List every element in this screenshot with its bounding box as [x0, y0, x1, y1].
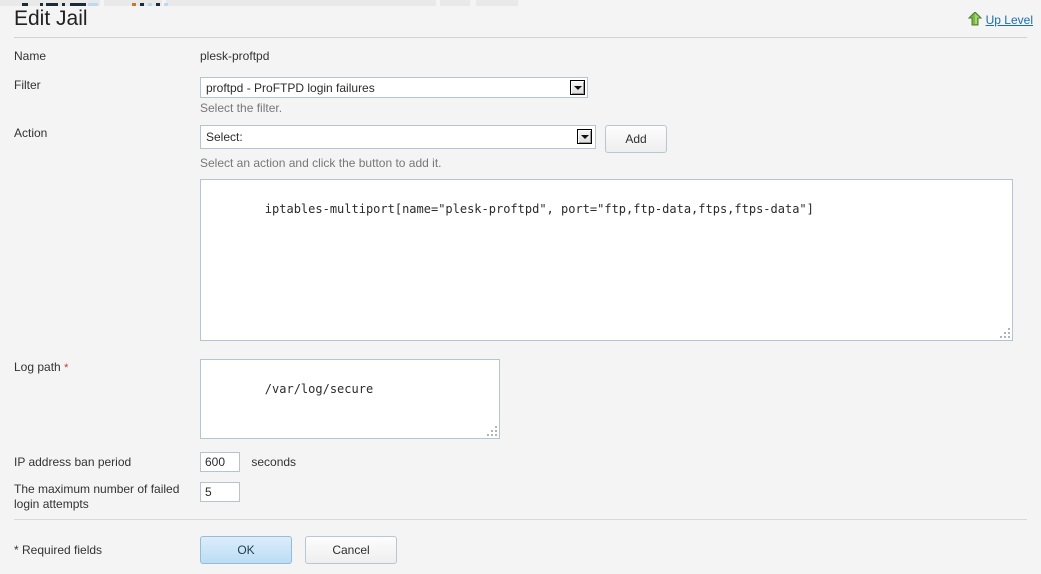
ok-button[interactable]: OK [200, 536, 292, 564]
row-action: Action Select: Add Select an action and … [0, 125, 1041, 341]
required-marker: * [64, 362, 68, 374]
filter-select[interactable]: proftpd - ProFTPD login failures [200, 77, 588, 98]
ban-period-unit: seconds [251, 455, 296, 469]
action-hint: Select an action and click the button to… [200, 156, 1041, 171]
header-divider [14, 37, 1027, 38]
cancel-button[interactable]: Cancel [305, 536, 397, 564]
log-path-value: /var/log/secure [265, 382, 373, 396]
row-ban-period: IP address ban period 600 seconds [0, 452, 1041, 472]
filter-select-value: proftpd - ProFTPD login failures [201, 78, 587, 96]
required-fields-note: * Required fields [0, 543, 200, 557]
action-textarea-value: iptables-multiport[name="plesk-proftpd",… [265, 202, 814, 216]
up-level-label: Up Level [986, 13, 1033, 27]
max-attempts-input[interactable]: 5 [200, 482, 240, 502]
label-action: Action [0, 125, 200, 141]
edit-jail-form: Name plesk-proftpd Filter proftpd - ProF… [0, 48, 1041, 512]
row-filter: Filter proftpd - ProFTPD login failures … [0, 77, 1041, 116]
label-max-attempts: The maximum number of failed login attem… [0, 482, 200, 512]
page-header: Edit Jail Up Level [0, 4, 1041, 38]
label-log-path-text: Log path [14, 360, 61, 374]
resize-grip-icon[interactable] [485, 424, 497, 436]
form-footer: * Required fields OK Cancel [0, 530, 1041, 570]
label-filter: Filter [0, 77, 200, 93]
footer-divider [14, 519, 1027, 520]
chevron-down-icon[interactable] [570, 80, 585, 95]
action-select[interactable]: Select: [200, 125, 596, 149]
page-title: Edit Jail [14, 6, 88, 32]
add-action-button[interactable]: Add [605, 125, 667, 153]
footer-buttons: OK Cancel [200, 536, 397, 564]
row-max-attempts: The maximum number of failed login attem… [0, 482, 1041, 512]
ban-period-input[interactable]: 600 [200, 452, 240, 472]
row-name: Name plesk-proftpd [0, 48, 1041, 64]
label-log-path: Log path * [0, 359, 200, 376]
row-log-path: Log path * /var/log/secure [0, 359, 1041, 439]
up-arrow-green-icon [968, 12, 982, 27]
name-value: plesk-proftpd [200, 48, 1041, 64]
action-select-value: Select: [201, 126, 595, 145]
chevron-down-icon[interactable] [577, 129, 592, 144]
action-textarea[interactable]: iptables-multiport[name="plesk-proftpd",… [200, 179, 1013, 341]
label-ban-period: IP address ban period [0, 454, 200, 470]
up-level-link[interactable]: Up Level [968, 12, 1033, 27]
label-name: Name [0, 48, 200, 64]
log-path-textarea[interactable]: /var/log/secure [200, 359, 500, 439]
resize-grip-icon[interactable] [998, 326, 1010, 338]
filter-hint: Select the filter. [200, 101, 1041, 116]
